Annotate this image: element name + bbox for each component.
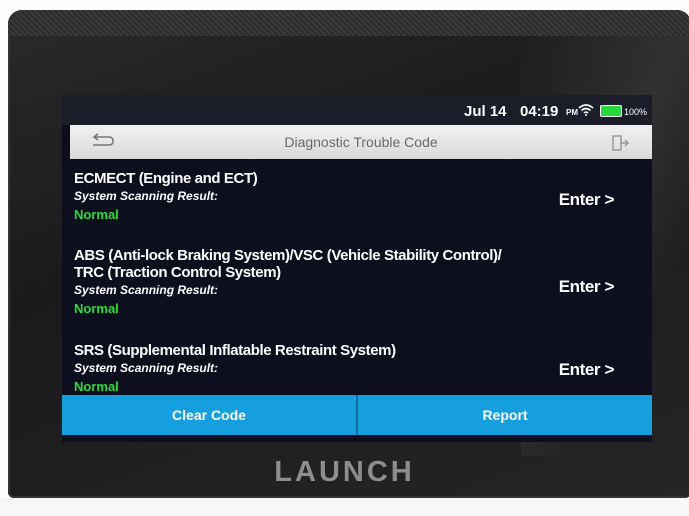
title-bar: Diagnostic Trouble Code (70, 125, 652, 159)
system-name-line1: ABS (Anti-lock Braking System)/VSC (Vehi… (74, 247, 502, 264)
background-surface (0, 498, 689, 516)
system-row-srs[interactable]: SRS (Supplemental Inflatable Restraint S… (62, 342, 652, 394)
status-time: 04:19 (520, 103, 559, 120)
action-button-bar: Clear Code Report (62, 395, 652, 435)
enter-button-ecmect[interactable]: Enter > (559, 190, 615, 210)
wifi-icon (578, 104, 594, 116)
device-screen: Jul 14 04:19 PM 100% Diagnostic Trouble … (62, 95, 652, 442)
enter-button-abs[interactable]: Enter > (559, 277, 615, 297)
scan-result-status: Normal (74, 301, 119, 316)
system-name: ECMECT (Engine and ECT) (74, 170, 258, 187)
status-battery: 100% (624, 107, 648, 117)
launch-logo: LAUNCH (274, 456, 415, 488)
report-button[interactable]: Report (356, 395, 652, 435)
page-title: Diagnostic Trouble Code (284, 134, 438, 150)
clear-code-button[interactable]: Clear Code (62, 395, 356, 435)
exit-icon[interactable] (610, 133, 630, 153)
status-date: Jul 14 (464, 103, 507, 120)
system-row-abs[interactable]: ABS (Anti-lock Braking System)/VSC (Vehi… (62, 247, 652, 316)
battery-icon (600, 105, 622, 117)
enter-button-srs[interactable]: Enter > (559, 360, 615, 380)
status-ampm: PM (566, 108, 578, 117)
scan-result-status: Normal (74, 379, 119, 394)
status-bar: Jul 14 04:19 PM 100% (62, 95, 652, 125)
system-name: SRS (Supplemental Inflatable Restraint S… (74, 342, 396, 359)
device-top-strip (8, 10, 689, 36)
system-row-ecmect[interactable]: ECMECT (Engine and ECT) System Scanning … (62, 170, 652, 222)
